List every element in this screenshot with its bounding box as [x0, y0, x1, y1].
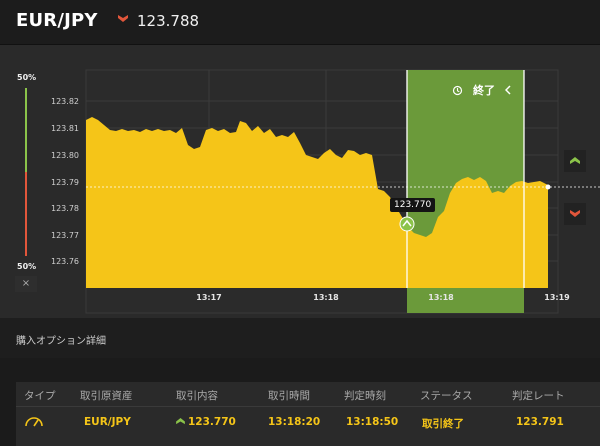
end-label-text: 終了 — [473, 84, 495, 97]
x-tick-label: 13:18 — [428, 293, 454, 302]
row-judge-time: 13:18:50 — [346, 416, 399, 428]
buy-up-button[interactable] — [564, 150, 586, 172]
row-content-value: 123.770 — [188, 416, 236, 428]
trade-end-label: 終了 — [452, 82, 511, 98]
x-tick-label: 13:19 — [544, 293, 570, 302]
header-type: タイプ — [24, 390, 56, 402]
y-tick-label: 123.82 — [51, 97, 79, 106]
x-tick-label: 13:18 — [313, 293, 339, 302]
gauge-icon — [24, 414, 44, 431]
y-tick-label: 123.78 — [51, 204, 79, 213]
row-rate: 123.791 — [516, 416, 564, 428]
details-section-header: 購入オプション詳細 — [0, 318, 600, 358]
entry-price-tooltip: 123.770 — [390, 198, 436, 212]
down-arrow-icon — [118, 15, 128, 22]
x-tick-label: 13:17 — [196, 293, 221, 302]
header-status: ステータス — [420, 390, 473, 402]
table-row[interactable]: EUR/JPY 123.770 13:18:20 13:18:50 取引終了 1… — [16, 410, 600, 434]
table-header: タイプ 取引原資産 取引内容 取引時間 判定時刻 ステータス 判定レート — [16, 382, 600, 407]
header-content: 取引内容 — [176, 390, 218, 402]
y-tick-label: 123.77 — [51, 231, 79, 240]
row-asset: EUR/JPY — [84, 416, 131, 428]
header-asset: 取引原資産 — [80, 390, 133, 402]
row-trade-time: 13:18:20 — [268, 416, 321, 428]
collapse-arrow-icon[interactable] — [505, 85, 511, 95]
y-tick-label: 123.76 — [51, 257, 79, 266]
down-arrow-icon — [570, 210, 580, 217]
entry-marker — [399, 216, 415, 232]
row-status: 取引終了 — [422, 418, 464, 430]
current-price: 123.788 — [137, 12, 200, 30]
up-arrow-icon — [570, 157, 580, 164]
details-title: 購入オプション詳細 — [16, 336, 106, 347]
currency-pair-title: EUR/JPY — [16, 10, 98, 31]
current-price-dot — [545, 184, 551, 190]
header-bar: EUR/JPY 123.788 — [0, 0, 600, 45]
header-trade-time: 取引時間 — [268, 390, 310, 402]
buy-down-button[interactable] — [564, 203, 586, 225]
header-rate: 判定レート — [512, 390, 565, 402]
purchase-details-table: タイプ 取引原資産 取引内容 取引時間 判定時刻 ステータス 判定レート EUR… — [16, 382, 600, 446]
row-content: 123.770 — [176, 416, 236, 428]
header-judge-time: 判定時刻 — [344, 390, 386, 402]
history-icon — [452, 85, 463, 95]
y-tick-label: 123.81 — [51, 124, 79, 133]
y-tick-label: 123.79 — [51, 178, 79, 187]
up-arrow-icon — [176, 418, 185, 425]
y-tick-label: 123.80 — [51, 151, 79, 160]
